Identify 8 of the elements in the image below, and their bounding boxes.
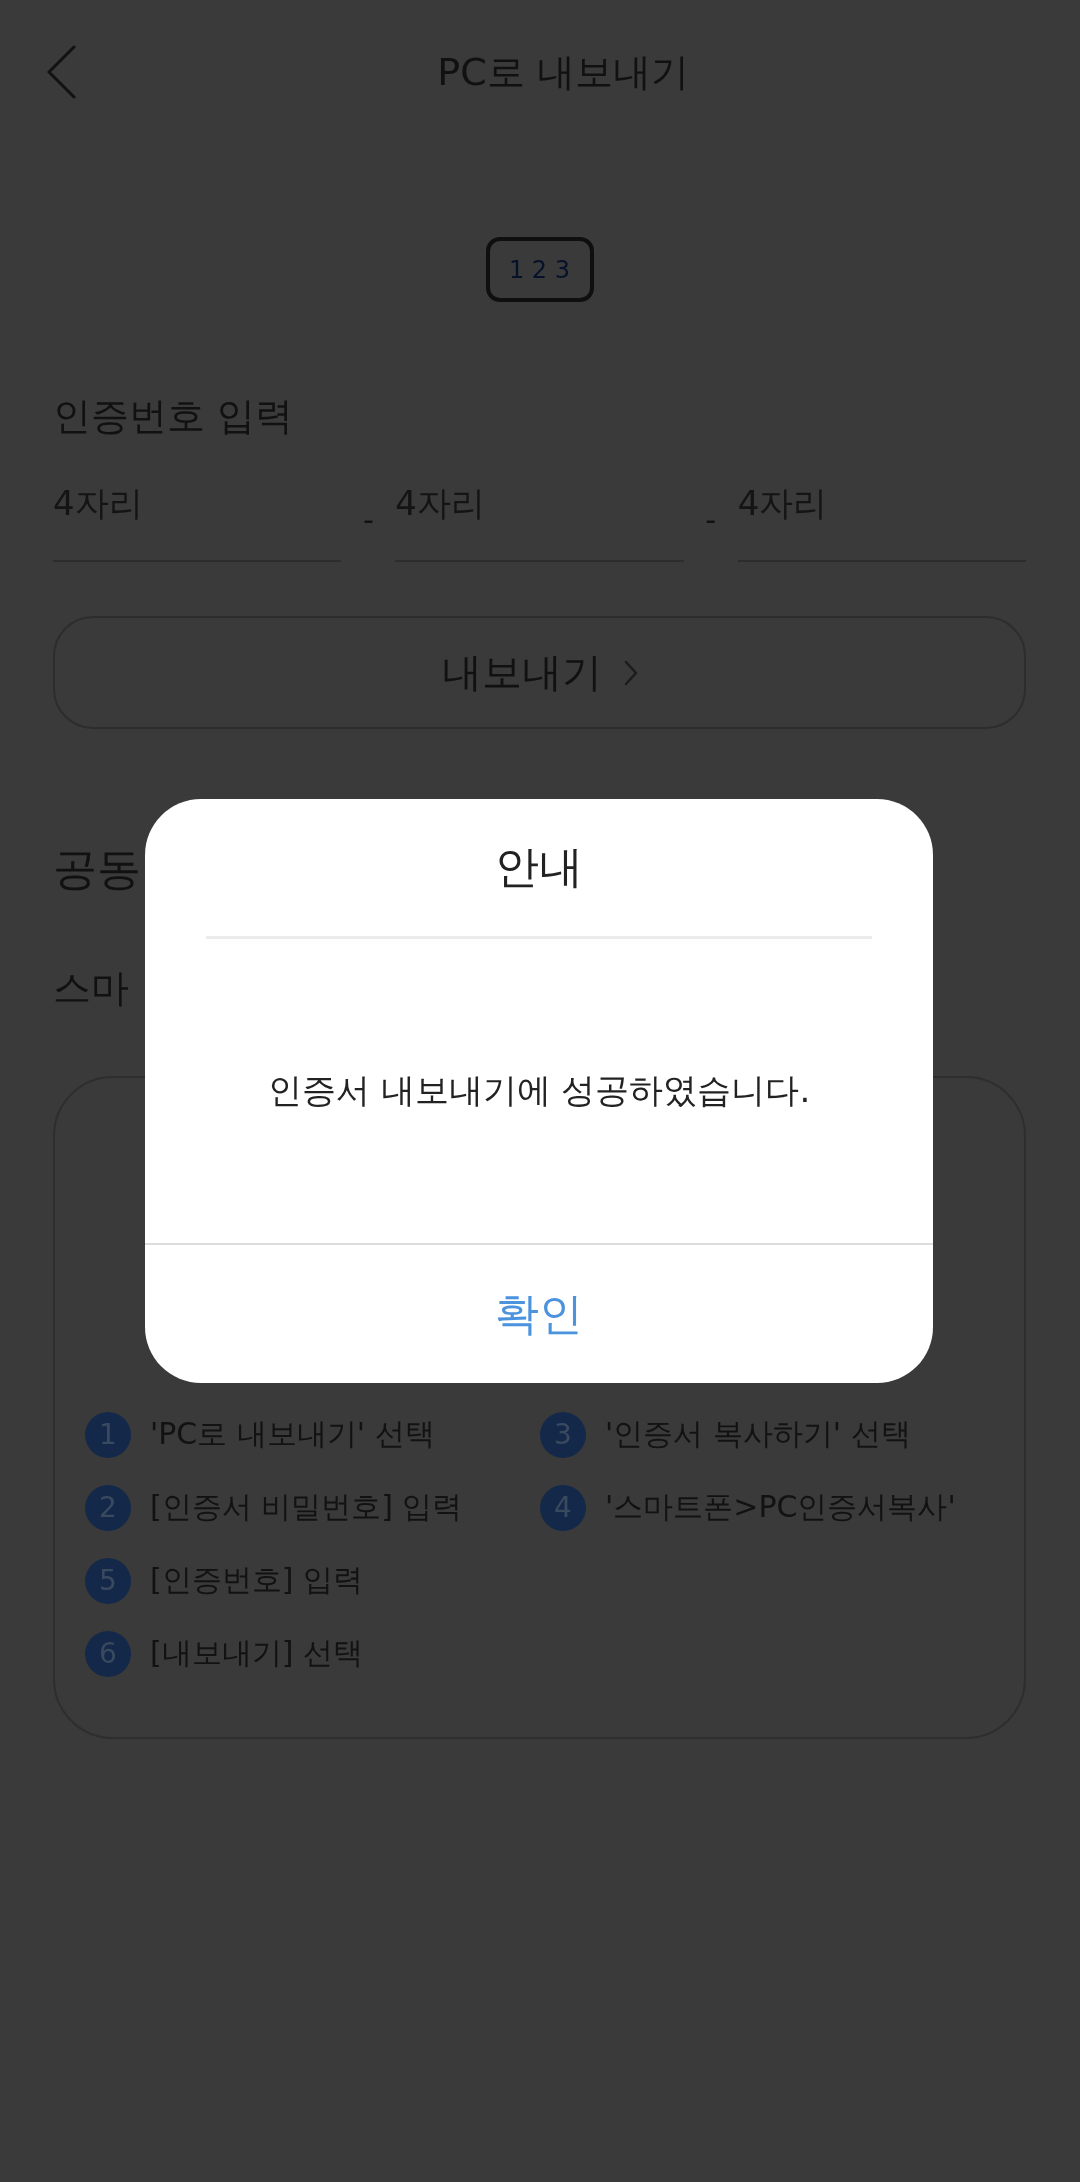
chevron-right-icon: [623, 659, 638, 686]
back-button[interactable]: [46, 45, 76, 99]
separator-dash: -: [362, 501, 374, 537]
confirm-button[interactable]: 확인: [145, 1245, 933, 1383]
separator-dash: -: [705, 501, 717, 537]
back-icon: [46, 45, 76, 99]
dialog-message: 인증서 내보내기에 성공하였습니다.: [145, 939, 933, 1245]
dialog-title: 안내: [206, 799, 872, 939]
